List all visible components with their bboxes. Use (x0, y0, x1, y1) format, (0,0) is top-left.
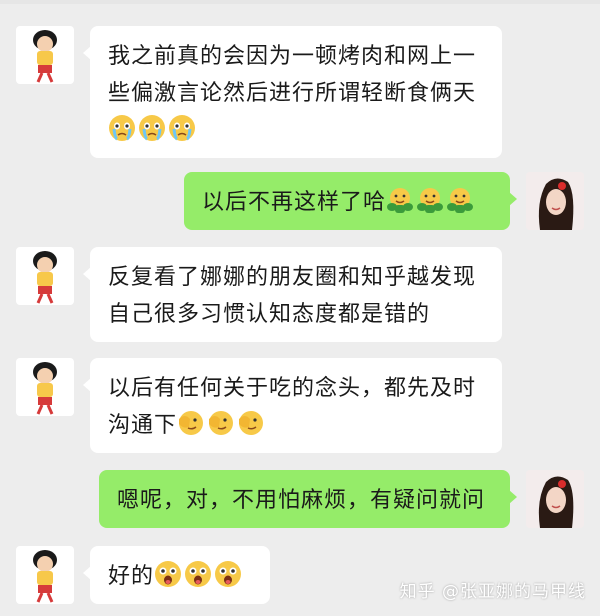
facepalm-face-icon (207, 409, 235, 437)
incoming-message-bubble[interactable]: 我之前真的会因为一顿烤肉和网上一些偏激言论然后进行所谓轻断食俩天 (83, 26, 502, 158)
contact-avatar[interactable] (16, 546, 74, 604)
shocked-face-icon (214, 560, 242, 588)
message-text: 反复看了娜娜的朋友圈和知乎越发现自己很多习惯认知态度都是错的 (108, 265, 477, 327)
incoming-message-bubble[interactable]: 反复看了娜娜的朋友圈和知乎越发现自己很多习惯认知态度都是错的 (83, 247, 502, 342)
outgoing-message-bubble[interactable]: 以后不再这样了哈 (184, 172, 517, 230)
outgoing-message-bubble[interactable]: 嗯呢，对，不用怕麻烦，有疑问就问 (99, 470, 517, 528)
crying-face-icon (168, 114, 196, 142)
message-row: 以后不再这样了哈 (0, 172, 600, 230)
crying-face-icon (138, 114, 166, 142)
chat-view: 我之前真的会因为一顿烤肉和网上一些偏激言论然后进行所谓轻断食俩天 以后不再这样了… (0, 0, 600, 616)
crying-face-icon (108, 114, 136, 142)
message-text: 以后不再这样了哈 (202, 190, 387, 215)
message-row: 我之前真的会因为一顿烤肉和网上一些偏激言论然后进行所谓轻断食俩天 (0, 26, 600, 158)
contact-avatar[interactable] (16, 247, 74, 305)
top-divider (0, 0, 600, 4)
message-row: 嗯呢，对，不用怕麻烦，有疑问就问 (0, 470, 600, 528)
message-text: 以后有任何关于吃的念头，都先及时沟通下 (108, 376, 477, 438)
user-avatar[interactable] (526, 172, 584, 230)
watermark: 知乎 @张亚娜的马甲线 (399, 582, 586, 602)
hug-face-icon (386, 186, 414, 214)
user-avatar[interactable] (526, 470, 584, 528)
message-text: 好的 (108, 564, 155, 589)
facepalm-face-icon (237, 409, 265, 437)
facepalm-face-icon (177, 409, 205, 437)
message-text: 嗯呢，对，不用怕麻烦，有疑问就问 (117, 488, 486, 513)
shocked-face-icon (154, 560, 182, 588)
hug-face-icon (416, 186, 444, 214)
contact-avatar[interactable] (16, 26, 74, 84)
shocked-face-icon (184, 560, 212, 588)
message-text: 我之前真的会因为一顿烤肉和网上一些偏激言论然后进行所谓轻断食俩天 (108, 44, 477, 106)
message-row: 反复看了娜娜的朋友圈和知乎越发现自己很多习惯认知态度都是错的 (0, 247, 600, 342)
contact-avatar[interactable] (16, 358, 74, 416)
message-row: 以后有任何关于吃的念头，都先及时沟通下 (0, 358, 600, 453)
incoming-message-bubble[interactable]: 以后有任何关于吃的念头，都先及时沟通下 (83, 358, 502, 453)
hug-face-icon (446, 186, 474, 214)
incoming-message-bubble[interactable]: 好的 (83, 546, 270, 604)
